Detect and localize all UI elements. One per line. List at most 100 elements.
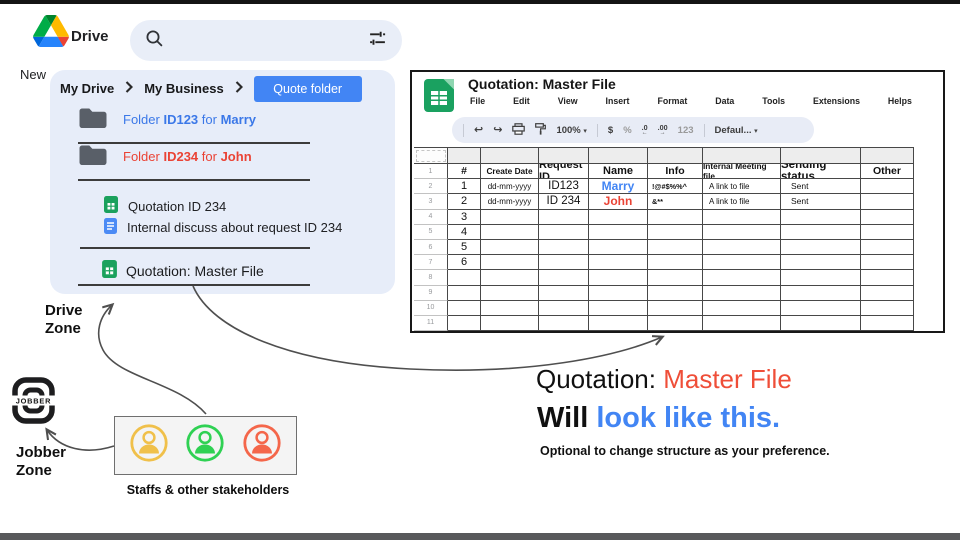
sheet-cell[interactable]: Sent (781, 179, 861, 194)
sheet-cell[interactable] (648, 301, 703, 316)
sheet-cell[interactable] (781, 225, 861, 240)
sheet-cell[interactable]: 6 (448, 255, 481, 270)
sheet-cell[interactable] (781, 210, 861, 225)
undo-icon[interactable]: ↩ (474, 125, 483, 136)
currency-format-icon[interactable]: $ (608, 125, 613, 136)
sheet-header-cell[interactable]: Create Date (481, 164, 539, 179)
menu-insert[interactable]: Insert (606, 96, 630, 106)
menu-format[interactable]: Format (657, 96, 687, 106)
breadcrumb-my-business[interactable]: My Business (144, 81, 223, 96)
sheet-cell[interactable] (861, 240, 914, 255)
sheet-cell[interactable] (703, 301, 781, 316)
sheet-cell[interactable] (539, 255, 589, 270)
sheet-cell[interactable] (648, 225, 703, 240)
sheet-cell[interactable] (781, 240, 861, 255)
menu-extensions[interactable]: Extensions (813, 96, 860, 106)
sheet-cell[interactable] (589, 301, 648, 316)
sheet-cell[interactable] (539, 210, 589, 225)
sheet-cell[interactable] (539, 286, 589, 301)
sheet-cell[interactable] (539, 240, 589, 255)
sheet-cell[interactable] (861, 194, 914, 209)
sheet-cell[interactable] (589, 255, 648, 270)
menu-data[interactable]: Data (715, 96, 734, 106)
sheet-header-cell[interactable]: Request ID (539, 164, 589, 179)
menu-helps[interactable]: Helps (888, 96, 912, 106)
redo-icon[interactable]: ↪ (493, 125, 502, 136)
sheet-cell[interactable] (589, 316, 648, 331)
sheet-cell[interactable] (589, 210, 648, 225)
sheet-cell[interactable] (648, 240, 703, 255)
file-item-internal-discuss[interactable]: Internal discuss about request ID 234 (104, 218, 342, 237)
sheet-header-cell[interactable]: # (448, 164, 481, 179)
sheet-cell[interactable] (481, 255, 539, 270)
file-item-master[interactable]: Quotation: Master File (102, 260, 264, 281)
sheet-cell[interactable]: A link to file (703, 179, 781, 194)
sheet-cell[interactable] (703, 270, 781, 285)
sheet-cell[interactable] (539, 270, 589, 285)
sheet-cell[interactable] (861, 301, 914, 316)
sheet-cell[interactable] (481, 240, 539, 255)
number-format-icon[interactable]: 123 (678, 125, 694, 136)
sheet-cell[interactable]: ID 234 (539, 194, 589, 209)
folder-item-john[interactable]: Folder ID234 for John (78, 144, 252, 168)
menu-file[interactable]: File (470, 96, 485, 106)
sheet-cell[interactable] (648, 270, 703, 285)
sheet-cell[interactable] (589, 240, 648, 255)
sheet-cell[interactable]: !@#$%%^ (648, 179, 703, 194)
sheet-cell[interactable] (539, 225, 589, 240)
sheet-cell[interactable] (481, 316, 539, 331)
breadcrumb-my-drive[interactable]: My Drive (60, 81, 114, 96)
sheet-cell[interactable] (648, 210, 703, 225)
sheet-header-cell[interactable]: Info (648, 164, 703, 179)
sheet-cell[interactable]: dd-mm-yyyy (481, 179, 539, 194)
breadcrumb-current-chip[interactable]: Quote folder (254, 76, 362, 102)
sheet-cell[interactable] (703, 316, 781, 331)
sheet-cell[interactable] (861, 179, 914, 194)
sheet-cell[interactable] (703, 240, 781, 255)
zoom-select[interactable]: 100% ▾ (556, 125, 586, 136)
sheet-cell[interactable] (448, 286, 481, 301)
sheet-cell[interactable] (781, 286, 861, 301)
sheet-cell[interactable]: Marry (589, 179, 648, 194)
sheet-cell[interactable] (861, 255, 914, 270)
folder-item-marry[interactable]: Folder ID123 for Marry (78, 107, 256, 131)
increase-decimal-icon[interactable]: .00→ (658, 124, 668, 136)
sheet-cell[interactable] (481, 270, 539, 285)
menu-edit[interactable]: Edit (513, 96, 530, 106)
sheet-cell[interactable]: dd-mm-yyyy (481, 194, 539, 209)
sheet-cell[interactable] (589, 286, 648, 301)
sheet-cell[interactable] (648, 286, 703, 301)
sheet-cell[interactable]: A link to file (703, 194, 781, 209)
sheet-cell[interactable] (648, 255, 703, 270)
sheet-cell[interactable] (448, 316, 481, 331)
sheet-cell[interactable]: &** (648, 194, 703, 209)
sheet-cell[interactable]: John (589, 194, 648, 209)
sheet-cell[interactable] (448, 270, 481, 285)
sheet-header-cell[interactable]: Internal Meeting file (703, 164, 781, 179)
sheet-cell[interactable] (703, 210, 781, 225)
sheet-header-cell[interactable]: Other (861, 164, 914, 179)
sheet-cell[interactable]: 3 (448, 210, 481, 225)
sheet-cell[interactable] (481, 210, 539, 225)
sheet-cell[interactable] (781, 316, 861, 331)
menu-view[interactable]: View (558, 96, 578, 106)
sheet-cell[interactable] (861, 210, 914, 225)
font-style-select[interactable]: Defaul... ▾ (715, 125, 758, 136)
menu-tools[interactable]: Tools (762, 96, 785, 106)
sheet-cell[interactable]: 1 (448, 179, 481, 194)
file-item-quotation[interactable]: Quotation ID 234 (104, 196, 226, 216)
percent-format-icon[interactable]: % (623, 125, 631, 136)
filter-sliders-icon[interactable] (368, 29, 387, 53)
sheet-cell[interactable] (861, 270, 914, 285)
sheet-header-cell[interactable]: Sending status (781, 164, 861, 179)
sheet-cell[interactable]: ID123 (539, 179, 589, 194)
sheet-cell[interactable]: Sent (781, 194, 861, 209)
paint-format-icon[interactable] (535, 123, 546, 138)
search-input[interactable] (130, 20, 402, 61)
sheet-cell[interactable] (481, 286, 539, 301)
sheet-cell[interactable] (481, 301, 539, 316)
sheet-cell[interactable] (781, 270, 861, 285)
sheet-cell[interactable] (539, 301, 589, 316)
sheet-cell[interactable] (448, 301, 481, 316)
sheet-cell[interactable] (703, 225, 781, 240)
